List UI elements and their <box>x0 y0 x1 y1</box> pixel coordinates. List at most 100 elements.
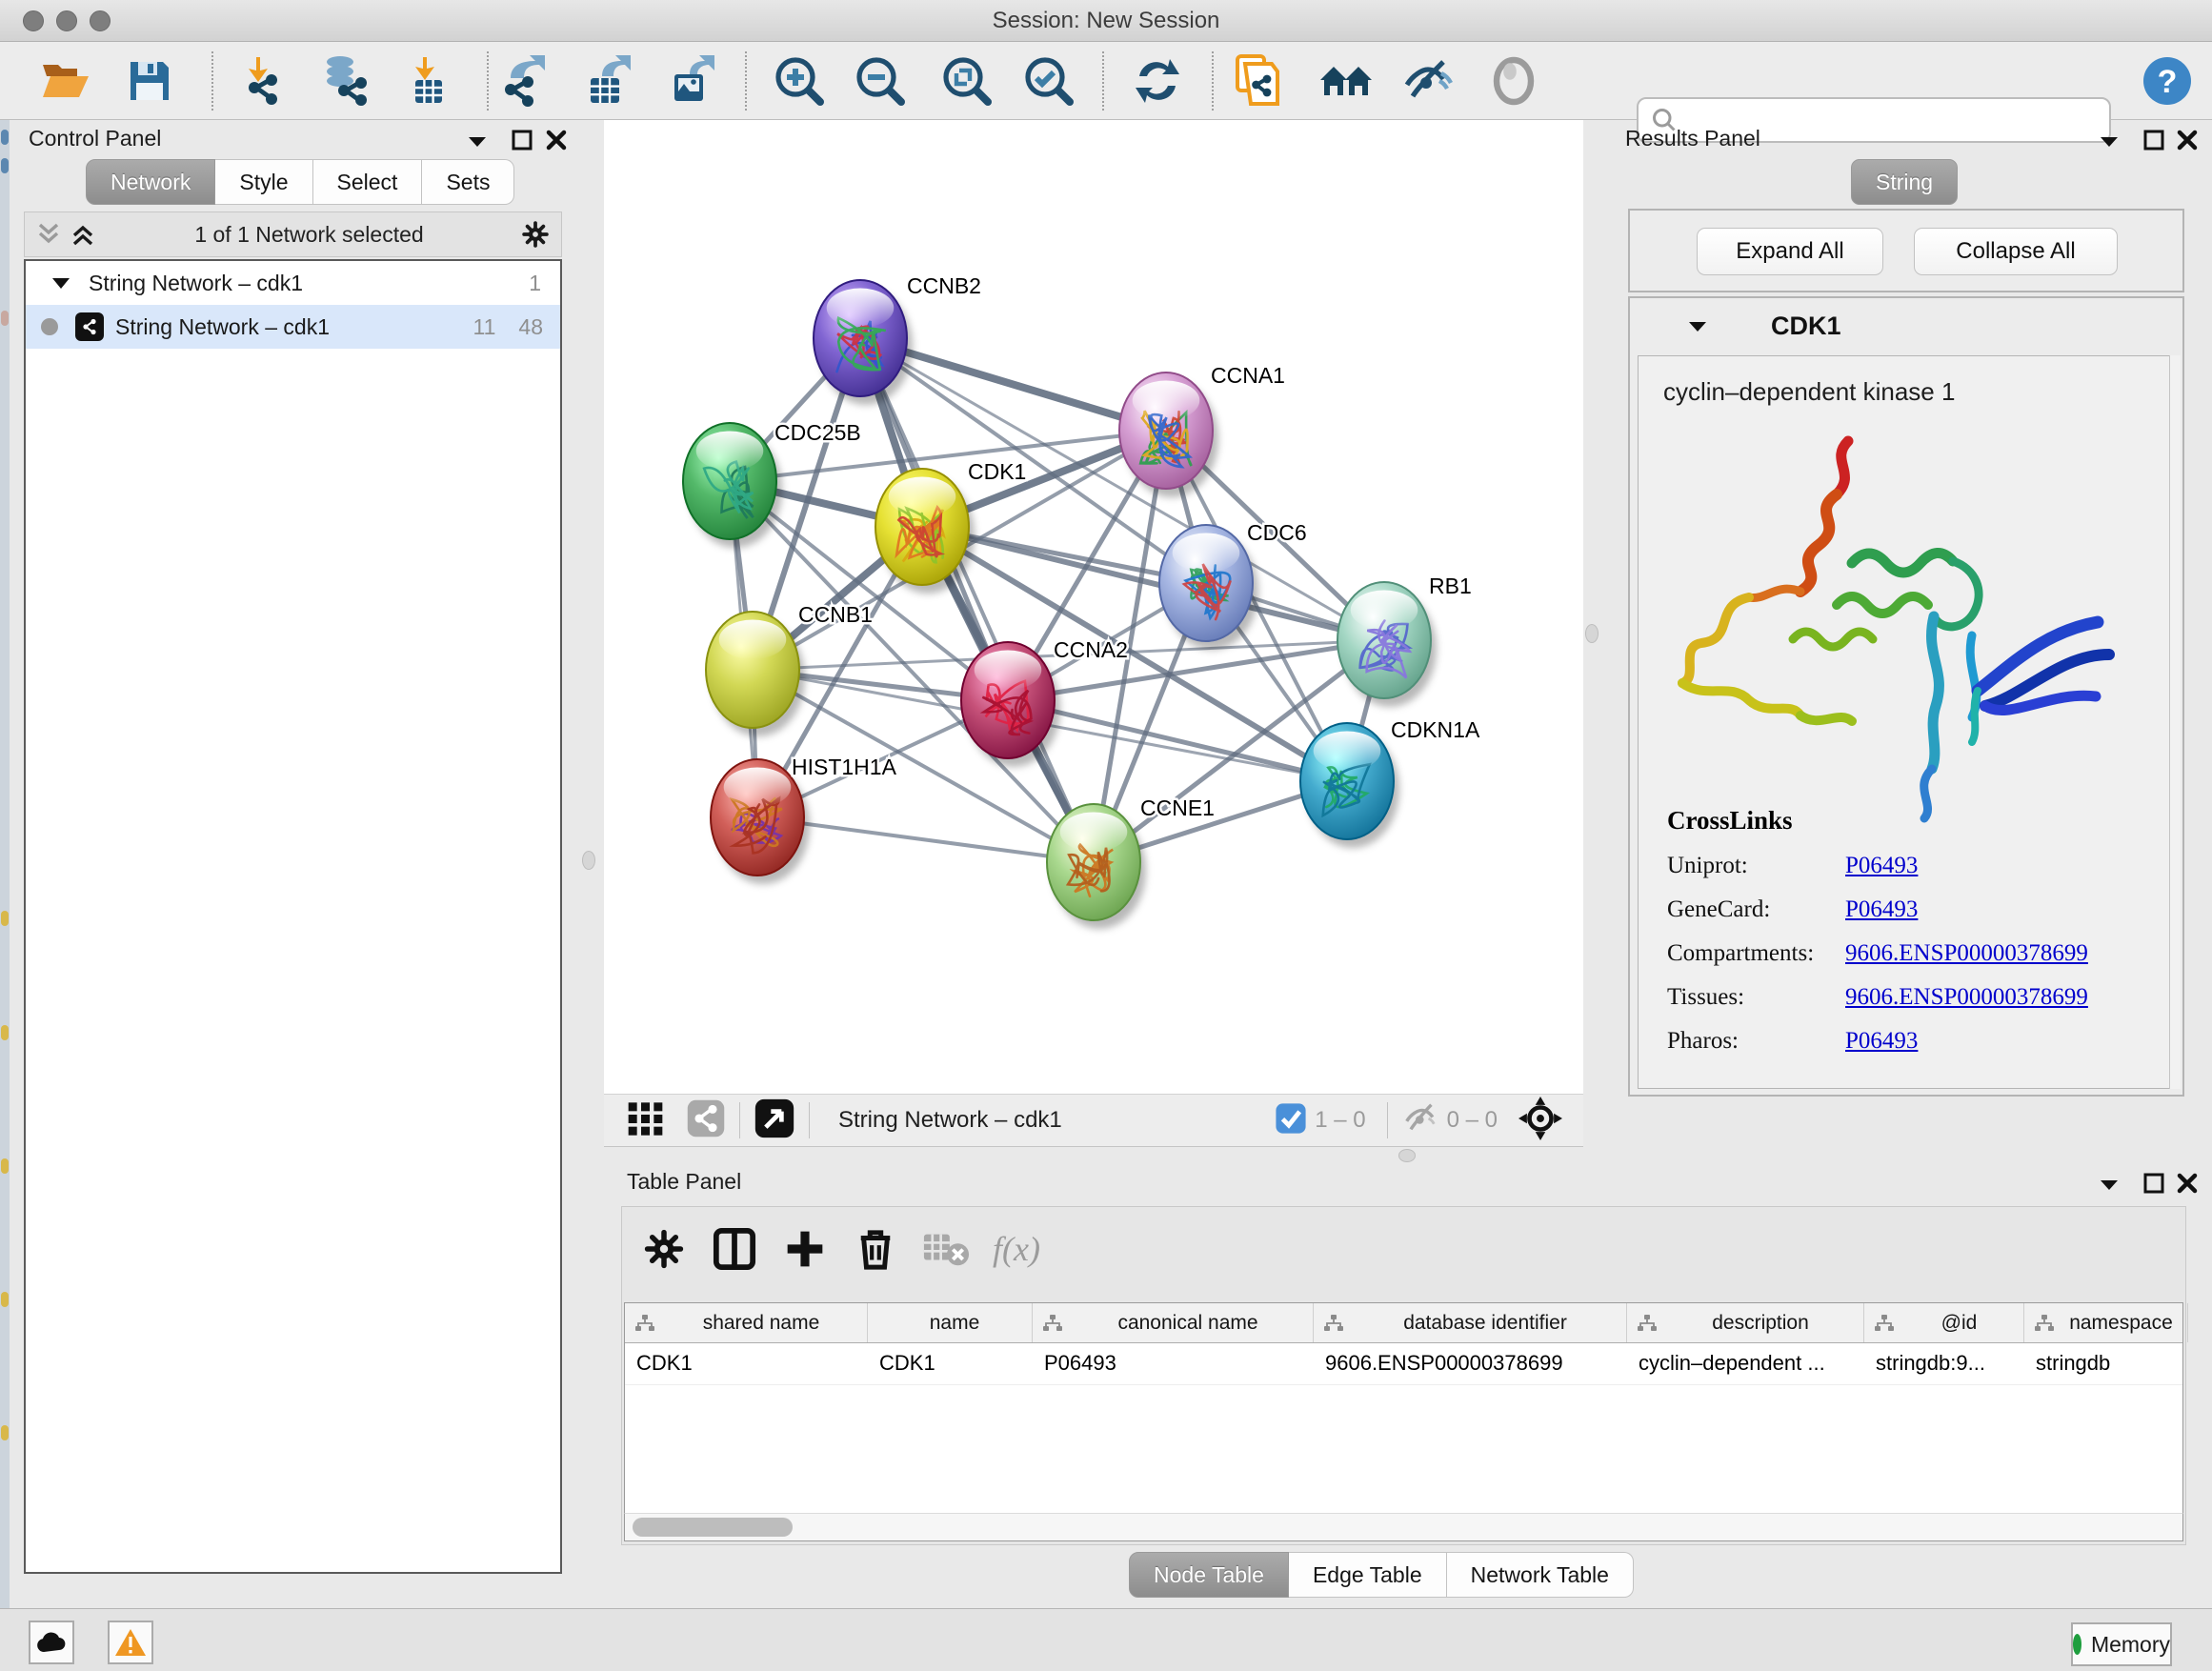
zoom-out-button[interactable] <box>853 53 908 109</box>
table-row[interactable]: CDK1CDK1P064939606.ENSP00000378699cyclin… <box>625 1343 2182 1385</box>
network-canvas[interactable]: CCNB2CCNA1CDC25BCDK1CDC6RB1CCNB1CCNA2CDK… <box>604 120 1583 1094</box>
save-session-button[interactable] <box>122 53 177 109</box>
table-options-gear-icon[interactable] <box>629 1228 699 1270</box>
table-hscrollbar[interactable] <box>624 1513 2183 1541</box>
table-panel-float-icon[interactable] <box>2140 1169 2168 1198</box>
right-splitter-handle[interactable] <box>1585 624 1599 643</box>
show-columns-icon[interactable] <box>699 1227 770 1271</box>
tab-network[interactable]: Network <box>86 159 215 205</box>
collapse-all-networks-icon[interactable] <box>34 220 63 249</box>
export-image-button[interactable] <box>665 53 720 109</box>
fit-selected-crosshair-icon[interactable] <box>1518 1097 1562 1145</box>
network-node-HIST1H1A[interactable]: HIST1H1A <box>711 755 897 884</box>
memory-button[interactable]: Memory <box>2071 1622 2172 1666</box>
column-header-namespace[interactable]: namespace <box>2024 1303 2188 1342</box>
current-network-dot <box>41 318 58 335</box>
node-label: CCNB2 <box>907 273 981 298</box>
network-node-CCNB1[interactable]: CCNB1 <box>706 602 873 736</box>
delete-column-icon[interactable] <box>840 1227 911 1271</box>
clone-network-button[interactable] <box>1231 53 1286 109</box>
control-panel-close-icon[interactable] <box>542 126 571 154</box>
cloud-status-button[interactable] <box>29 1621 74 1664</box>
crosslink-label: GeneCard: <box>1667 896 1845 923</box>
show-graphics-button[interactable] <box>1486 53 1541 109</box>
node-label: CCNA1 <box>1211 363 1285 388</box>
eye-slash-icon <box>1401 54 1455 108</box>
netbar-separator <box>739 1102 740 1138</box>
tab-network-table[interactable]: Network Table <box>1447 1552 1634 1598</box>
table-panel-close-icon[interactable] <box>2173 1169 2202 1198</box>
tab-style[interactable]: Style <box>215 159 312 205</box>
birdseye-view-icon[interactable] <box>754 1097 795 1144</box>
toolbar-separator <box>487 51 489 111</box>
string-view-icon[interactable] <box>686 1098 726 1143</box>
open-session-button[interactable] <box>38 53 93 109</box>
network-node-CCNA1[interactable]: CCNA1 <box>1119 363 1285 497</box>
selected-nodes-checkbox[interactable] <box>1275 1102 1307 1139</box>
refresh-button[interactable] <box>1130 53 1185 109</box>
network-node-CCNE1[interactable]: CCNE1 <box>1047 795 1215 929</box>
tab-node-table[interactable]: Node Table <box>1129 1552 1289 1598</box>
add-column-icon[interactable] <box>770 1228 840 1270</box>
import-table-file-button[interactable] <box>400 53 455 109</box>
column-header-@id[interactable]: @id <box>1864 1303 2024 1342</box>
network-edges[interactable] <box>730 338 1384 862</box>
hide-graphics-button[interactable] <box>1400 53 1456 109</box>
crosslink-link[interactable]: P06493 <box>1845 1028 1918 1055</box>
expand-all-button[interactable]: Expand All <box>1697 228 1883 275</box>
warnings-button[interactable] <box>108 1621 153 1664</box>
crosslink-link[interactable]: 9606.ENSP00000378699 <box>1845 984 2088 1011</box>
hidden-eye-icon[interactable] <box>1401 1099 1439 1142</box>
column-header-canonical-name[interactable]: canonical name <box>1033 1303 1314 1342</box>
crosslink-link[interactable]: P06493 <box>1845 896 1918 923</box>
column-header-description[interactable]: description <box>1627 1303 1864 1342</box>
toolbar-separator <box>1212 51 1214 111</box>
bottom-splitter-handle[interactable] <box>1398 1149 1416 1162</box>
crosslink-row: Compartments:9606.ENSP00000378699 <box>1667 940 2162 967</box>
table-panel-menu-icon[interactable] <box>2095 1171 2123 1199</box>
column-header-shared-name[interactable]: shared name <box>625 1303 868 1342</box>
grid-view-icon[interactable] <box>627 1099 665 1142</box>
network-node-CDC6[interactable]: CDC6 <box>1159 520 1307 650</box>
crosslink-link[interactable]: P06493 <box>1845 853 1918 879</box>
crosslink-link[interactable]: 9606.ENSP00000378699 <box>1845 940 2088 967</box>
network-options-gear-icon[interactable] <box>521 220 550 249</box>
zoom-fit-button[interactable] <box>939 53 995 109</box>
network-collection-row[interactable]: String Network – cdk1 1 <box>26 261 560 305</box>
left-splitter-handle[interactable] <box>582 851 595 870</box>
results-panel-menu-icon[interactable] <box>2095 128 2123 156</box>
zoom-in-button[interactable] <box>772 53 827 109</box>
tab-select[interactable]: Select <box>313 159 423 205</box>
export-table-button[interactable] <box>581 53 636 109</box>
network-node-RB1[interactable]: RB1 <box>1337 574 1472 707</box>
network-node-CCNB2[interactable]: CCNB2 <box>814 273 981 405</box>
export-network-button[interactable] <box>497 53 553 109</box>
control-panel-menu-icon[interactable] <box>463 128 492 156</box>
collection-expand-icon[interactable] <box>47 269 75 297</box>
collapse-all-button[interactable]: Collapse All <box>1914 228 2118 275</box>
protein-section-header[interactable]: CDK1 <box>1687 312 1841 341</box>
zoom-selected-button[interactable] <box>1021 53 1076 109</box>
results-panel-close-icon[interactable] <box>2173 126 2202 154</box>
home-layout-button[interactable] <box>1318 53 1374 109</box>
column-type-icon <box>1637 1314 1658 1333</box>
results-panel-float-icon[interactable] <box>2140 126 2168 154</box>
import-network-file-button[interactable] <box>233 53 289 109</box>
network-row[interactable]: String Network – cdk1 11 48 <box>26 305 560 349</box>
crosslink-row: Tissues:9606.ENSP00000378699 <box>1667 984 2162 1011</box>
collection-label: String Network – cdk1 <box>89 271 303 296</box>
table-hscrollbar-thumb[interactable] <box>633 1518 793 1537</box>
column-header-name[interactable]: name <box>868 1303 1033 1342</box>
import-network-database-button[interactable] <box>316 53 372 109</box>
network-node-CDC25B[interactable]: CDC25B <box>683 420 861 548</box>
expand-all-networks-icon[interactable] <box>69 220 97 249</box>
results-scrollbar[interactable] <box>2169 355 2181 1089</box>
tab-string[interactable]: String <box>1851 159 1958 205</box>
tab-sets[interactable]: Sets <box>422 159 514 205</box>
column-header-database-identifier[interactable]: database identifier <box>1314 1303 1627 1342</box>
tab-edge-table[interactable]: Edge Table <box>1289 1552 1447 1598</box>
network-node-CDKN1A[interactable]: CDKN1A <box>1300 717 1480 848</box>
crosslink-row: Uniprot:P06493 <box>1667 853 2162 879</box>
control-panel-float-icon[interactable] <box>508 126 536 154</box>
help-button[interactable]: ? <box>2140 53 2195 109</box>
